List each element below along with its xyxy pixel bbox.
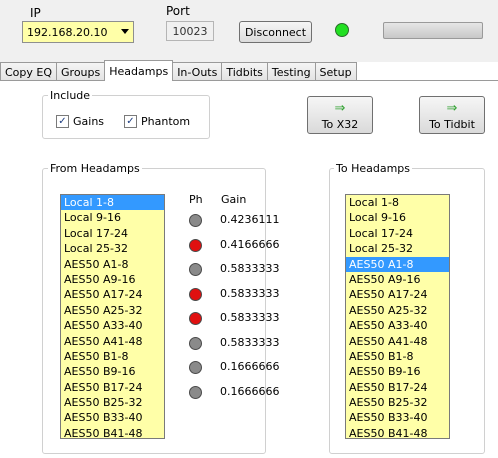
gain-value: 0.5833333 (220, 335, 280, 349)
ph-column-header: Ph (189, 193, 203, 206)
list-item[interactable]: AES50 A17-24 (346, 287, 449, 302)
tab-bar: Copy EQ Groups Headamps In-Outs Tidbits Testi… (0, 60, 357, 81)
tab-in-outs[interactable]: In-Outs (172, 62, 223, 81)
phantom-label: Phantom (141, 115, 191, 128)
phantom-off-indicator-icon (189, 214, 202, 227)
list-item[interactable]: Local 9-16 (346, 210, 449, 225)
tab-testing[interactable]: Testing (266, 62, 316, 81)
progress-bar (383, 22, 483, 39)
list-item[interactable]: AES50 B17-24 (346, 380, 449, 395)
list-item[interactable]: Local 17-24 (61, 226, 164, 241)
ip-value: 192.168.20.10 (27, 25, 108, 39)
phantom-checkbox[interactable]: ✓ Phantom (124, 115, 190, 128)
tab-copy-eq[interactable]: Copy EQ (0, 62, 58, 81)
list-item[interactable]: Local 1-8 (346, 195, 449, 210)
ip-address-combobox[interactable]: 192.168.20.10 (22, 21, 134, 43)
list-item[interactable]: AES50 A25-32 (346, 303, 449, 318)
list-item[interactable]: AES50 B41-48 (61, 426, 164, 438)
gains-checkbox[interactable]: ✓ Gains (56, 115, 104, 128)
phantom-on-indicator-icon (189, 238, 202, 252)
list-item[interactable]: AES50 B17-24 (61, 380, 164, 395)
list-item[interactable]: AES50 B9-16 (61, 364, 164, 379)
arrow-right-icon: ⇒ (446, 101, 458, 116)
phantom-on-indicator-icon (189, 312, 202, 325)
include-title: Include (48, 89, 93, 102)
list-item[interactable]: AES50 A33-40 (346, 318, 449, 333)
gain-value: 0.1666666 (220, 360, 280, 373)
phantom-off-indicator-icon (189, 336, 202, 350)
list-item[interactable]: AES50 A41-48 (61, 334, 164, 349)
from-headamps-title: From Headamps (48, 162, 142, 175)
arrow-right-icon: ⇒ (334, 101, 346, 116)
phantom-off-indicator-icon (189, 361, 202, 374)
to-tidbit-button[interactable]: ⇒ To Tidbit (419, 96, 485, 134)
list-item[interactable]: AES50 A9-16 (61, 272, 164, 287)
tab-divider (0, 80, 498, 81)
port-field[interactable]: 10023 (166, 21, 214, 41)
phantom-on-indicator-icon (189, 287, 202, 301)
list-item[interactable]: AES50 B1-8 (61, 349, 164, 364)
list-item[interactable]: AES50 B41-48 (346, 426, 449, 438)
list-item[interactable]: AES50 A17-24 (61, 287, 164, 302)
tab-headamps[interactable]: Headamps (104, 60, 174, 81)
check-icon: ✓ (124, 115, 137, 128)
to-headamps-title: To Headamps (334, 162, 413, 175)
connection-toolbar: IP 192.168.20.10 Port 10023 Disconnect (0, 0, 498, 62)
check-icon: ✓ (56, 115, 69, 128)
list-item[interactable]: AES50 B33-40 (346, 410, 449, 425)
to-headamps-list[interactable]: Local 1-8 Local 9-16 Local 17-24 Local 25-3… (345, 194, 450, 439)
from-headamps-list[interactable]: Local 1-8 Local 9-16 Local 17-24 Local 25-3… (60, 194, 165, 439)
port-label: Port (166, 4, 190, 18)
to-tidbit-label: To Tidbit (429, 118, 475, 131)
gain-value: 0.5833333 (220, 262, 280, 275)
list-item[interactable]: AES50 A9-16 (346, 272, 449, 287)
list-item[interactable]: Local 1-8 (61, 195, 164, 211)
gain-column-header: Gain (221, 193, 247, 206)
gain-value: 0.5833333 (220, 286, 280, 300)
chevron-down-icon[interactable] (121, 29, 129, 34)
list-item[interactable]: AES50 B1-8 (346, 349, 449, 364)
list-item[interactable]: Local 25-32 (346, 241, 449, 256)
list-item[interactable]: AES50 B33-40 (61, 410, 164, 425)
tab-tidbits[interactable]: Tidbits (221, 62, 268, 81)
list-item[interactable]: Local 9-16 (61, 210, 164, 225)
gain-value: 0.1666666 (220, 384, 280, 398)
list-item[interactable]: AES50 B9-16 (346, 364, 449, 379)
phantom-off-indicator-icon (189, 385, 202, 399)
connection-status-led-icon (335, 23, 349, 37)
list-item[interactable]: AES50 A1-8 (61, 257, 164, 272)
to-x32-button[interactable]: ⇒ To X32 (307, 96, 373, 134)
tab-groups[interactable]: Groups (56, 62, 106, 81)
list-item[interactable]: AES50 B25-32 (61, 395, 164, 410)
list-item[interactable]: AES50 A33-40 (61, 318, 164, 333)
list-item[interactable]: AES50 B25-32 (346, 395, 449, 410)
to-x32-label: To X32 (321, 118, 359, 131)
list-item[interactable]: AES50 A1-8 (346, 256, 449, 272)
list-item[interactable]: Local 17-24 (346, 226, 449, 241)
list-item[interactable]: Local 25-32 (61, 241, 164, 256)
list-item[interactable]: AES50 A25-32 (61, 303, 164, 318)
tab-setup[interactable]: Setup (314, 62, 357, 81)
gains-label: Gains (73, 115, 105, 128)
gain-value: 0.4166666 (220, 237, 280, 251)
disconnect-button[interactable]: Disconnect (239, 21, 312, 43)
ip-label: IP (30, 6, 41, 20)
gain-value: 0.4236111 (220, 213, 280, 226)
gain-value: 0.5833333 (220, 311, 280, 324)
phantom-off-indicator-icon (189, 263, 202, 276)
list-item[interactable]: AES50 A41-48 (346, 334, 449, 349)
